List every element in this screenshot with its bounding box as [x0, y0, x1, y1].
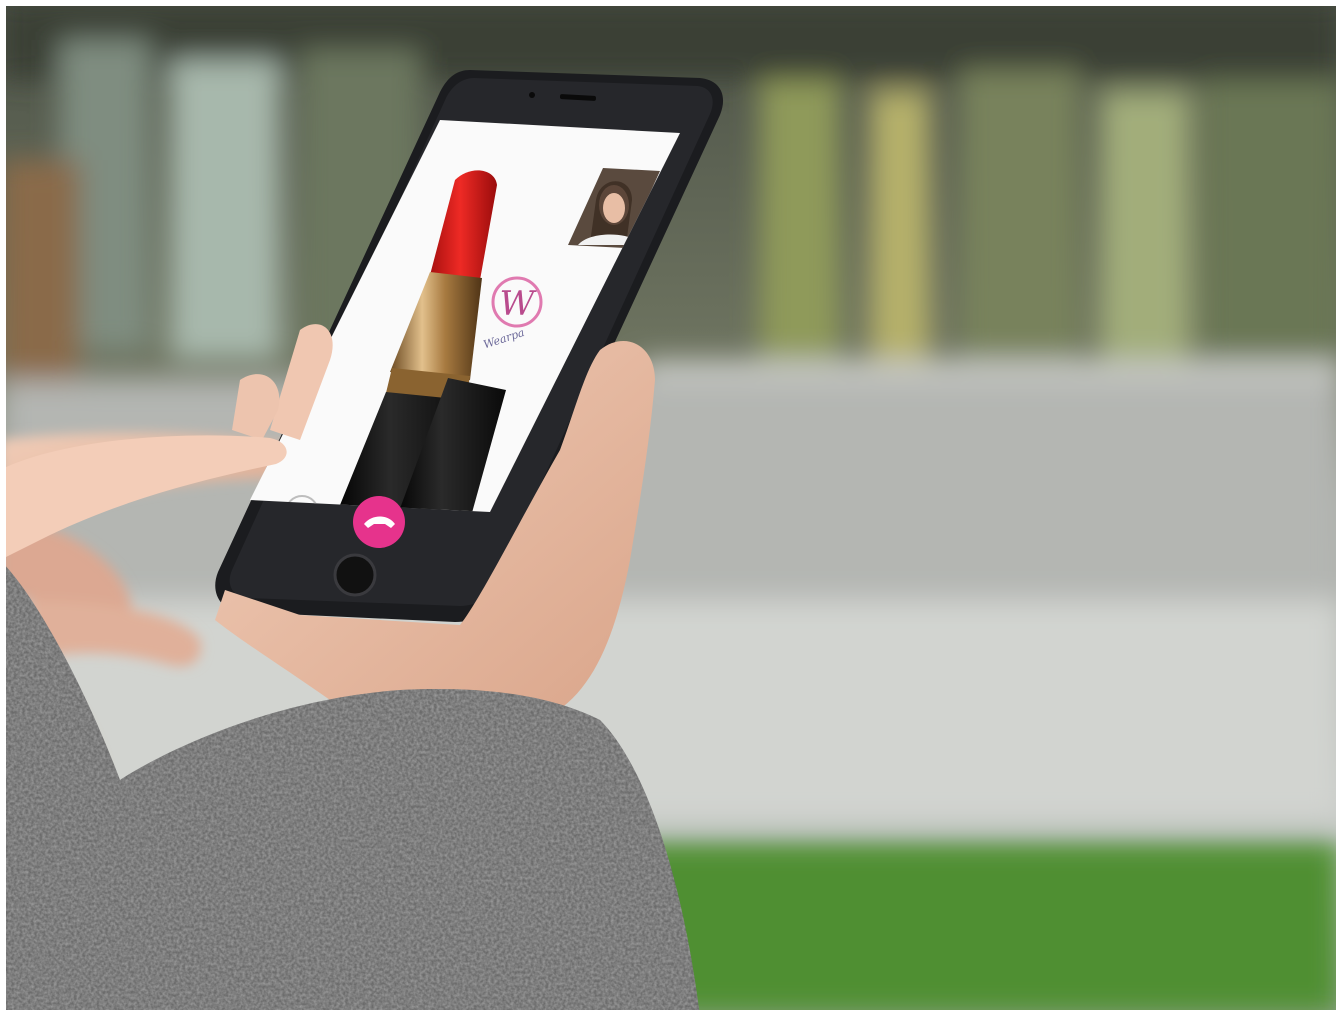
photo-canvas: W Wearpa — [0, 0, 1342, 1016]
svg-text:W: W — [500, 284, 538, 324]
front-camera — [529, 92, 535, 98]
end-call-button[interactable] — [353, 496, 405, 548]
photo-scene: W Wearpa — [0, 0, 1342, 1016]
home-button — [333, 553, 377, 597]
